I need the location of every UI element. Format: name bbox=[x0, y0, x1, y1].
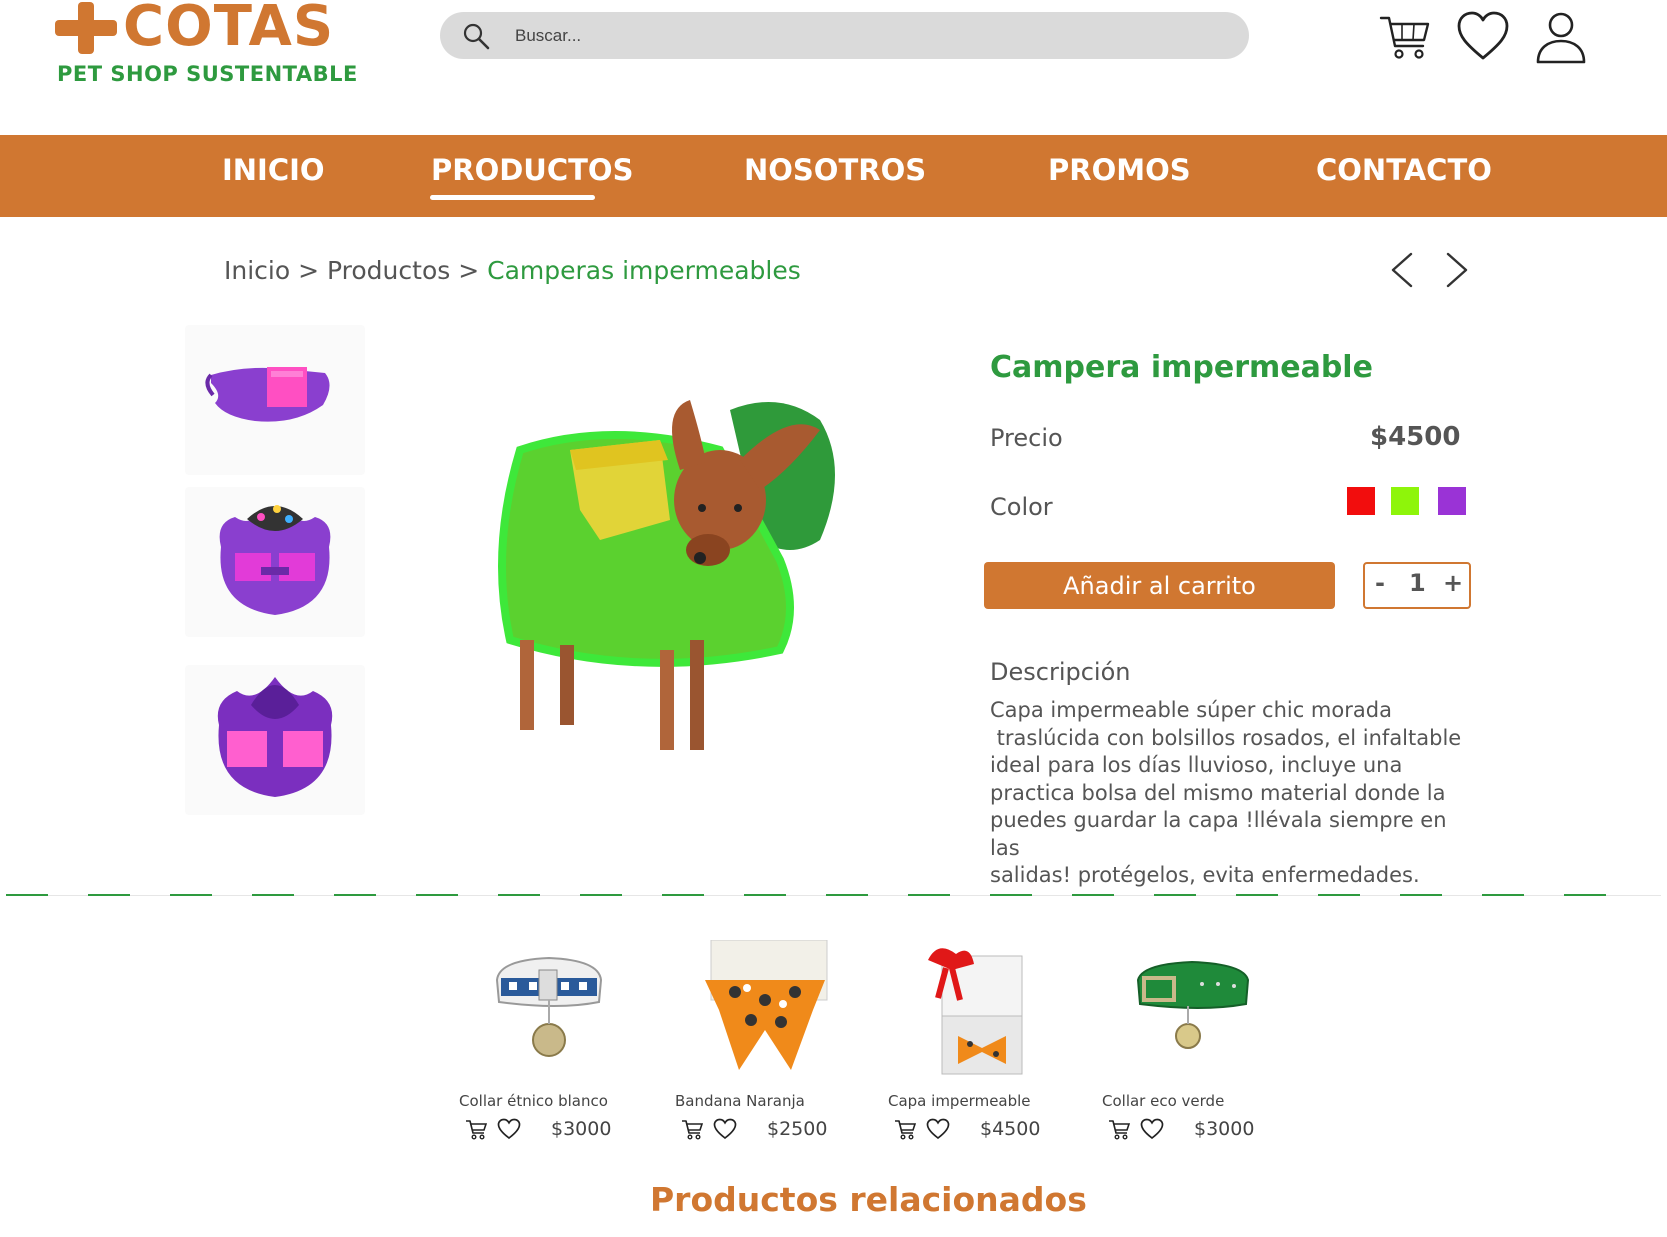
user-icon[interactable] bbox=[1534, 10, 1588, 64]
divider-dash bbox=[498, 894, 540, 896]
cart-icon[interactable] bbox=[1378, 10, 1432, 64]
heart-icon[interactable] bbox=[1456, 10, 1510, 64]
main-nav: INICIO PRODUCTOS NOSOTROS PROMOS CONTACT… bbox=[0, 135, 1667, 217]
product-thumbnail[interactable] bbox=[185, 665, 365, 815]
product-name[interactable]: Capa impermeable bbox=[888, 1092, 1031, 1110]
product-price: $4500 bbox=[980, 1118, 1041, 1140]
logo-wordmark: COTAS bbox=[123, 0, 335, 59]
price-label: Precio bbox=[990, 424, 1063, 452]
divider-dash bbox=[662, 894, 704, 896]
breadcrumb-separator: > bbox=[458, 256, 480, 285]
divider-dash bbox=[170, 894, 212, 896]
nav-item-contacto[interactable]: CONTACTO bbox=[1316, 153, 1492, 187]
qty-value: 1 bbox=[1409, 569, 1426, 597]
heart-icon[interactable] bbox=[1140, 1118, 1164, 1140]
nav-item-promos[interactable]: PROMOS bbox=[1048, 153, 1191, 187]
product-actions: $2500 bbox=[681, 1118, 861, 1144]
divider-dash bbox=[252, 894, 294, 896]
divider-dash bbox=[1400, 894, 1442, 896]
heart-icon[interactable] bbox=[713, 1118, 737, 1140]
product-name[interactable]: Collar étnico blanco bbox=[459, 1092, 608, 1110]
divider-dash bbox=[1154, 894, 1196, 896]
product-thumbnail[interactable] bbox=[185, 487, 365, 637]
quantity-stepper: - 1 + bbox=[1363, 562, 1471, 609]
breadcrumb-separator: > bbox=[298, 256, 320, 285]
divider-dash bbox=[580, 894, 622, 896]
divider-dash bbox=[990, 894, 1032, 896]
related-product-card[interactable]: Collar eco verde $3000 bbox=[1102, 940, 1282, 1140]
search-input[interactable] bbox=[515, 12, 1215, 59]
divider-dash bbox=[1564, 894, 1606, 896]
product-thumbnail[interactable] bbox=[185, 325, 365, 475]
heart-icon[interactable] bbox=[497, 1118, 521, 1140]
search-icon[interactable] bbox=[462, 22, 490, 50]
nav-item-productos[interactable]: PRODUCTOS bbox=[431, 153, 633, 187]
chevron-left-icon[interactable] bbox=[1385, 250, 1421, 290]
breadcrumb: Inicio > Productos > Camperas impermeabl… bbox=[224, 256, 801, 285]
color-swatch-purple[interactable] bbox=[1438, 487, 1466, 515]
description-title: Descripción bbox=[990, 658, 1131, 686]
product-image bbox=[928, 948, 1023, 1075]
product-description: Capa impermeable súper chic morada trasl… bbox=[990, 698, 1462, 887]
product-image bbox=[495, 956, 603, 1057]
product-actions: $4500 bbox=[894, 1118, 1074, 1144]
cart-icon[interactable] bbox=[894, 1118, 916, 1140]
divider-dash bbox=[6, 894, 48, 896]
product-price: $4500 bbox=[1370, 422, 1461, 452]
divider-dash bbox=[1072, 894, 1114, 896]
product-price: $2500 bbox=[767, 1118, 828, 1140]
logo-plus-icon bbox=[55, 2, 117, 54]
divider-dash bbox=[1236, 894, 1278, 896]
product-actions: $3000 bbox=[1108, 1118, 1288, 1144]
related-product-card[interactable]: Collar étnico blanco $3000 bbox=[459, 940, 639, 1140]
product-actions: $3000 bbox=[465, 1118, 645, 1144]
breadcrumb-inicio[interactable]: Inicio bbox=[224, 256, 290, 285]
divider-dash bbox=[416, 894, 458, 896]
chevron-right-icon[interactable] bbox=[1438, 250, 1474, 290]
product-name[interactable]: Bandana Naranja bbox=[675, 1092, 805, 1110]
product-name[interactable]: Collar eco verde bbox=[1102, 1092, 1224, 1110]
product-title: Campera impermeable bbox=[990, 350, 1373, 385]
related-product-card[interactable]: Bandana Naranja $2500 bbox=[675, 940, 855, 1140]
color-swatch-green[interactable] bbox=[1391, 487, 1419, 515]
cart-icon[interactable] bbox=[1108, 1118, 1130, 1140]
qty-plus-button[interactable]: + bbox=[1443, 569, 1463, 597]
qty-minus-button[interactable]: - bbox=[1375, 569, 1385, 597]
divider-dash bbox=[1318, 894, 1360, 896]
breadcrumb-current: Camperas impermeables bbox=[487, 256, 801, 285]
heart-icon[interactable] bbox=[926, 1118, 950, 1140]
divider-dash bbox=[334, 894, 376, 896]
divider-dash bbox=[88, 894, 130, 896]
divider-dash bbox=[744, 894, 786, 896]
color-swatch-red[interactable] bbox=[1347, 487, 1375, 515]
cart-icon[interactable] bbox=[465, 1118, 487, 1140]
product-main-image bbox=[498, 400, 835, 750]
nav-item-nosotros[interactable]: NOSOTROS bbox=[744, 153, 926, 187]
breadcrumb-productos[interactable]: Productos bbox=[327, 256, 450, 285]
divider-dash bbox=[826, 894, 868, 896]
logo-tagline: PET SHOP SUSTENTABLE bbox=[57, 62, 358, 86]
add-to-cart-button[interactable]: Añadir al carrito bbox=[984, 562, 1335, 609]
product-image bbox=[705, 940, 828, 1070]
related-product-card[interactable]: Capa impermeable $4500 bbox=[888, 940, 1068, 1140]
logo[interactable]: COTAS PET SHOP SUSTENTABLE bbox=[55, 0, 357, 100]
product-price: $3000 bbox=[1194, 1118, 1255, 1140]
color-label: Color bbox=[990, 493, 1053, 521]
divider-dash bbox=[908, 894, 950, 896]
nav-item-inicio[interactable]: INICIO bbox=[222, 153, 325, 187]
nav-active-indicator bbox=[430, 195, 595, 200]
section-divider bbox=[6, 894, 1661, 896]
cart-icon[interactable] bbox=[681, 1118, 703, 1140]
divider-dash bbox=[1482, 894, 1524, 896]
search-bar[interactable] bbox=[440, 12, 1249, 59]
product-image bbox=[1136, 960, 1250, 1049]
related-products-title: Productos relacionados bbox=[650, 1180, 1087, 1219]
product-price: $3000 bbox=[551, 1118, 612, 1140]
